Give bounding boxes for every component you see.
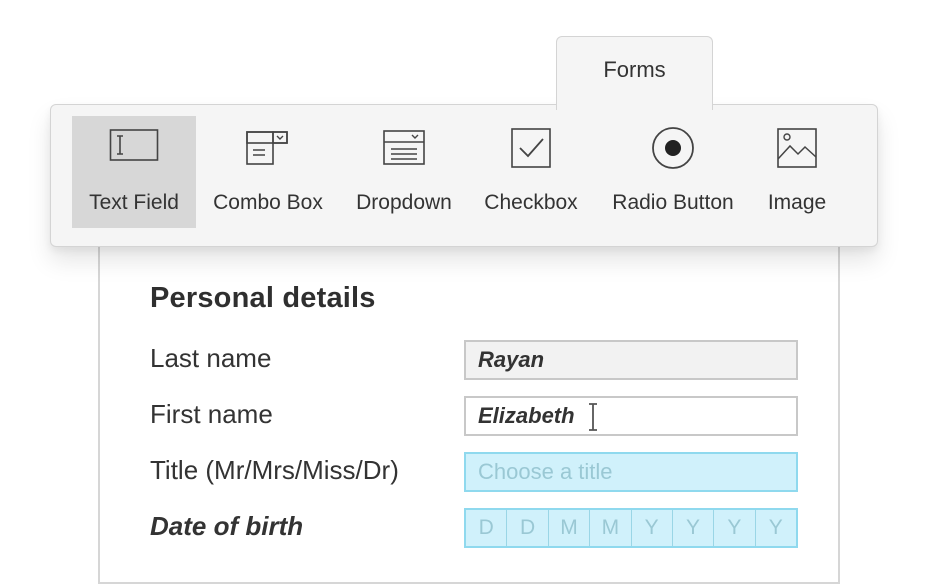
dob-cell[interactable]: Y — [632, 510, 673, 546]
last-name-field[interactable]: Rayan — [464, 340, 798, 380]
first-name-label: First name — [150, 399, 273, 429]
dob-cell[interactable]: D — [466, 510, 508, 546]
dob-cell[interactable]: D — [507, 510, 549, 546]
dropdown-tool[interactable]: Dropdown — [348, 116, 460, 228]
title-label: Title (Mr/Mrs/Miss/Dr) — [150, 455, 399, 485]
first-name-field[interactable]: Elizabeth — [464, 396, 798, 436]
dob-cell[interactable]: Y — [756, 510, 796, 546]
checkbox-icon — [511, 128, 551, 168]
combo-box-tool[interactable]: Combo Box — [205, 116, 331, 228]
image-icon — [777, 128, 817, 168]
dropdown-icon — [383, 130, 425, 165]
text-field-icon — [109, 129, 159, 161]
tool-label: Image — [767, 191, 827, 214]
date-of-birth-field[interactable]: D D M M Y Y Y Y — [464, 508, 798, 548]
text-cursor-icon — [589, 403, 597, 431]
dob-cell[interactable]: M — [590, 510, 632, 546]
tool-label: Dropdown — [356, 191, 452, 214]
radio-button-icon — [652, 127, 694, 169]
last-name-label: Last name — [150, 343, 272, 373]
dob-cell[interactable]: Y — [673, 510, 715, 546]
image-tool[interactable]: Image — [758, 116, 836, 228]
radio-button-tool[interactable]: Radio Button — [602, 116, 744, 228]
checkbox-tool[interactable]: Checkbox — [476, 116, 586, 228]
dob-cell[interactable]: Y — [714, 510, 756, 546]
tab-forms[interactable]: Forms — [556, 36, 713, 110]
dob-cell[interactable]: M — [549, 510, 591, 546]
section-title: Personal details — [150, 282, 376, 314]
title-field[interactable]: Choose a title — [464, 452, 798, 492]
tool-label: Text Field — [89, 191, 179, 214]
combo-box-icon — [246, 131, 288, 165]
tool-label: Checkbox — [484, 191, 578, 214]
text-field-tool[interactable]: Text Field — [72, 116, 196, 228]
tool-label: Combo Box — [213, 191, 323, 214]
tool-label: Radio Button — [612, 191, 734, 214]
date-of-birth-label: Date of birth — [150, 511, 304, 541]
